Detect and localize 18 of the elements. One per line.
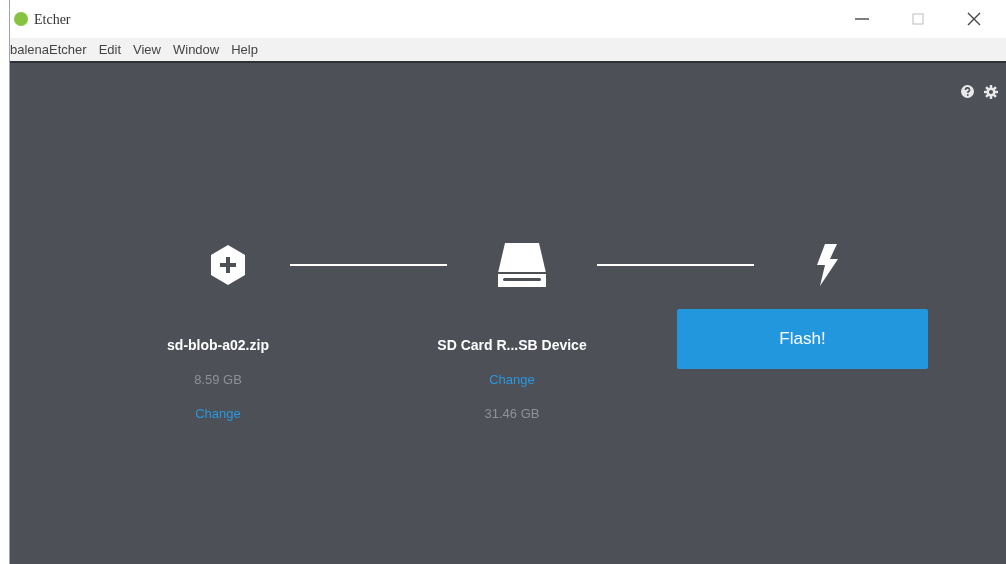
maximize-icon — [912, 13, 924, 25]
file-size: 8.59 GB — [194, 371, 242, 389]
help-icon[interactable] — [961, 85, 974, 98]
drive-name: SD Card R...SB Device — [437, 336, 587, 355]
menu-item[interactable]: Edit — [98, 39, 122, 60]
close-icon — [967, 12, 981, 26]
plus-hexagon-icon — [210, 245, 246, 285]
menu-item[interactable]: Help — [231, 39, 258, 60]
settings-icon[interactable] — [984, 85, 998, 99]
app-icon — [14, 12, 28, 26]
window-title: Etcher — [34, 10, 71, 29]
drive-icon — [497, 241, 547, 289]
menu-item[interactable]: Window — [173, 39, 220, 60]
drive-size: 31.46 GB — [484, 404, 540, 423]
lightning-icon — [815, 244, 839, 286]
menu-item[interactable]: View — [133, 39, 161, 60]
menu-item[interactable]: balenaEtcher — [10, 39, 87, 60]
file-name: sd-blob-a02.zip — [167, 336, 269, 355]
